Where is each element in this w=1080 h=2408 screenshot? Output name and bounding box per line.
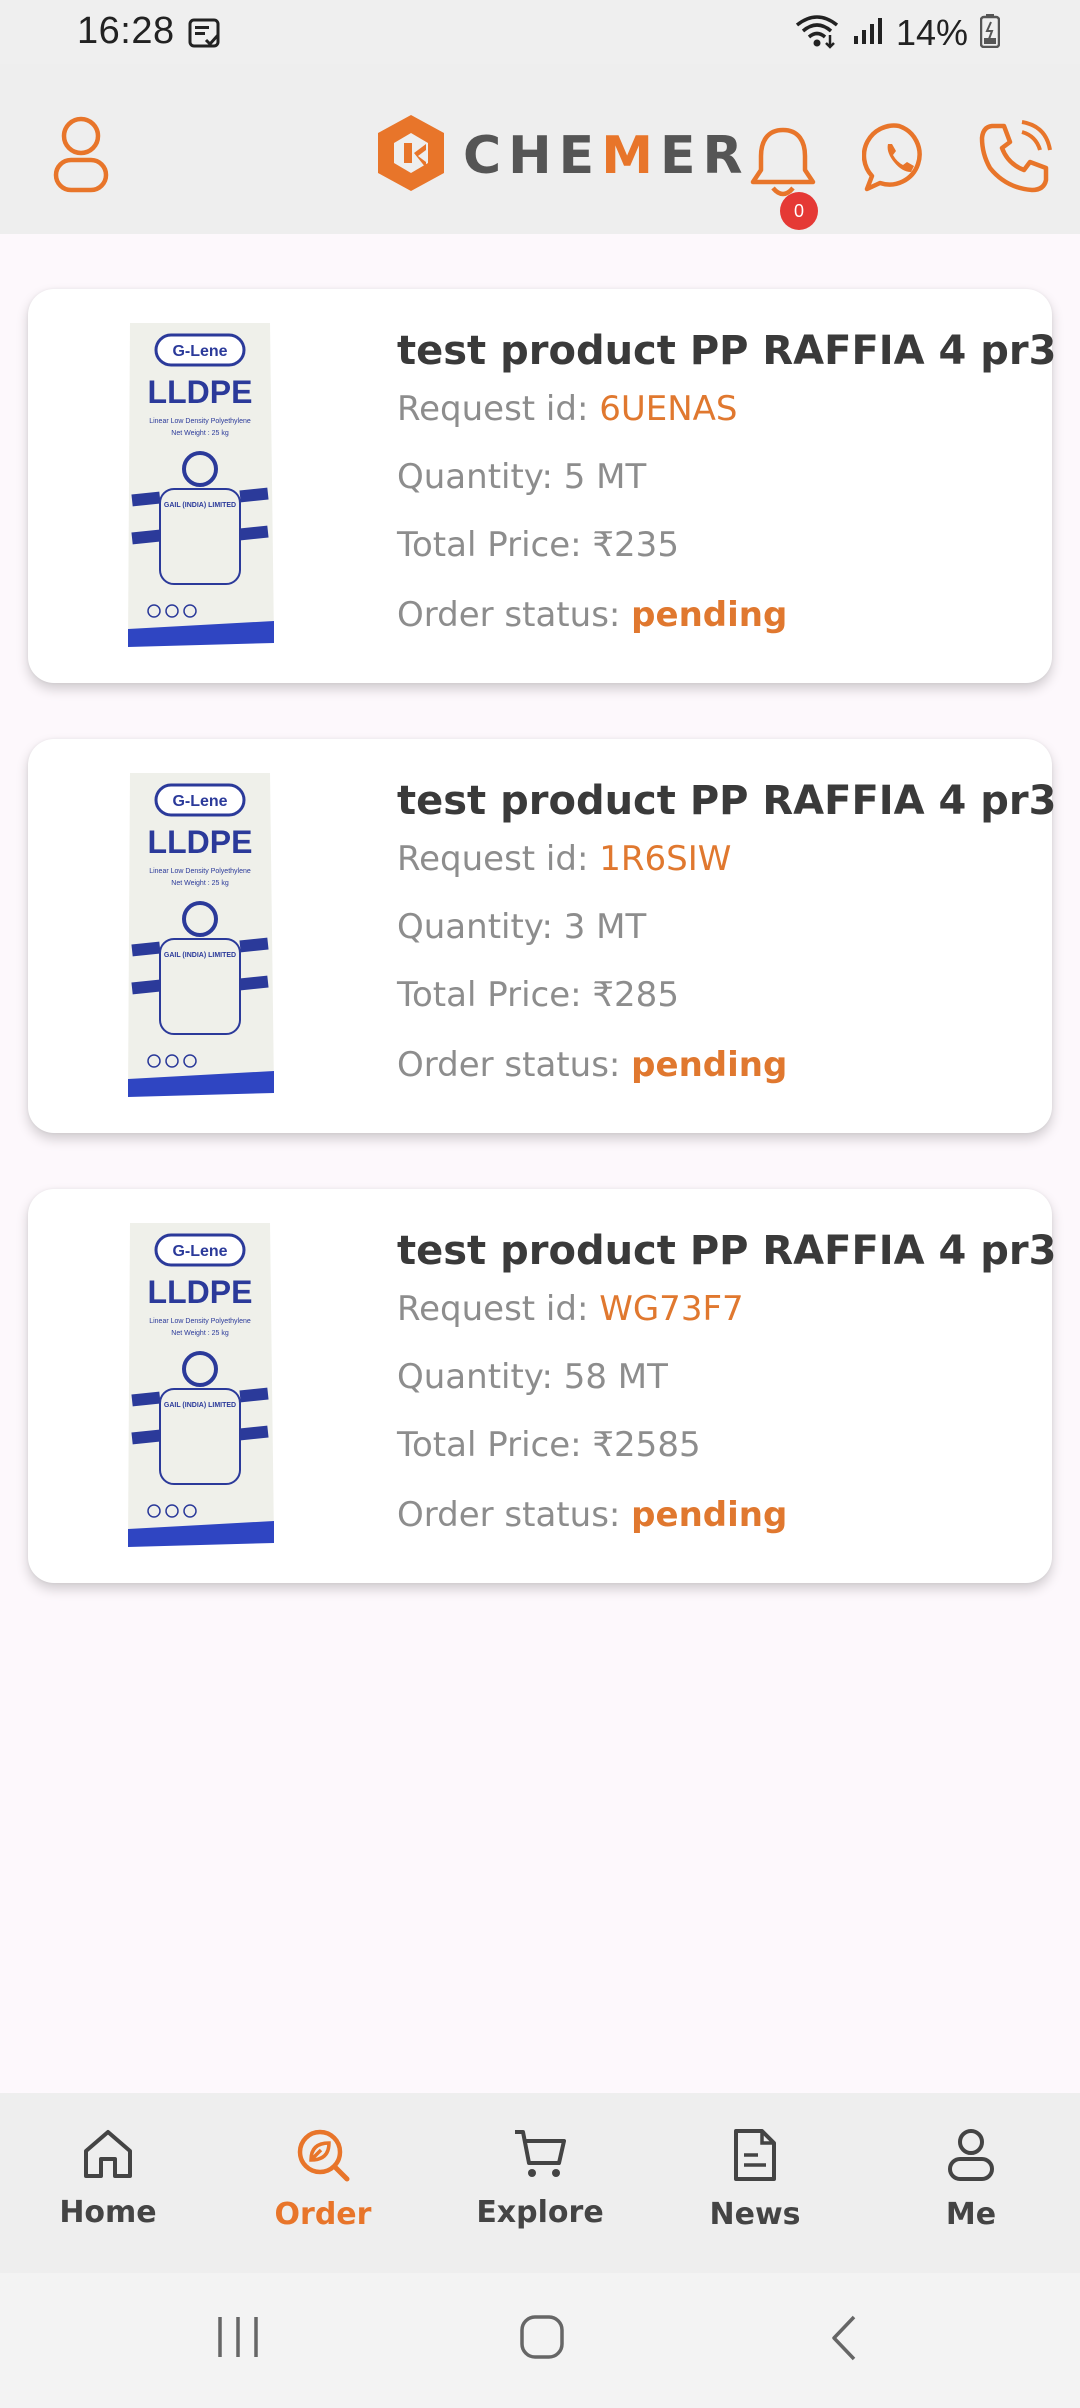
order-status-row: Order status: pending bbox=[397, 595, 1032, 635]
home-icon bbox=[84, 2130, 132, 2178]
request-id-value: 6UENAS bbox=[599, 389, 738, 429]
signal-icon bbox=[852, 16, 884, 51]
brand-text-suffix: ER bbox=[659, 126, 750, 186]
order-status-label: Order status: bbox=[397, 1495, 632, 1535]
total-price-value: ₹2585 bbox=[592, 1425, 701, 1465]
bag-brand-text: G-Lene bbox=[172, 343, 227, 360]
status-right: 14% bbox=[794, 12, 1001, 54]
bag-desc-text: Linear Low Density Polyethylene bbox=[149, 418, 251, 425]
nav-label-news: News bbox=[709, 2197, 801, 2232]
total-price-row: Total Price: ₹235 bbox=[397, 525, 1032, 565]
total-price-row: Total Price: ₹285 bbox=[397, 975, 1032, 1015]
nav-label-me: Me bbox=[945, 2197, 997, 2232]
nav-label-home: Home bbox=[59, 2195, 157, 2230]
order-details: test product PP RAFFIA 4 pr3 Request id:… bbox=[397, 778, 1057, 1085]
bag-product-text: LLDPE bbox=[148, 824, 253, 860]
nav-item-home[interactable]: Home bbox=[28, 2127, 188, 2230]
bag-maker-text: GAIL (INDIA) LIMITED bbox=[164, 1402, 236, 1409]
nav-item-news[interactable]: News bbox=[675, 2127, 835, 2232]
product-image: G-Lene LLDPE Linear Low Density Polyethy… bbox=[120, 771, 280, 1106]
nav-item-order[interactable]: Order bbox=[243, 2127, 403, 2232]
bag-desc-text: Linear Low Density Polyethylene bbox=[149, 1318, 251, 1325]
request-id-value: 1R6SIW bbox=[599, 839, 732, 879]
order-status-value: pending bbox=[631, 1045, 788, 1085]
bag-desc-text: Linear Low Density Polyethylene bbox=[149, 868, 251, 875]
request-id-row: Request id: WG73F7 bbox=[397, 1289, 1032, 1329]
request-id-value: WG73F7 bbox=[599, 1289, 744, 1329]
request-id-row: Request id: 6UENAS bbox=[397, 389, 1032, 429]
order-details: test product PP RAFFIA 4 pr3 Request id:… bbox=[397, 1228, 1057, 1535]
bag-weight-text: Net Weight : 25 kg bbox=[171, 1330, 229, 1337]
phone-icon[interactable] bbox=[978, 118, 1054, 201]
order-status-label: Order status: bbox=[397, 595, 632, 635]
product-title: test product PP RAFFIA 4 pr3 bbox=[397, 1228, 1057, 1274]
nav-item-me[interactable]: Me bbox=[891, 2127, 1051, 2232]
person-icon bbox=[948, 2129, 994, 2181]
total-price-label: Total Price: bbox=[397, 1425, 593, 1465]
total-price-value: ₹285 bbox=[592, 975, 679, 1015]
back-icon[interactable] bbox=[826, 2313, 860, 2368]
total-price-row: Total Price: ₹2585 bbox=[397, 1425, 1032, 1465]
nav-item-explore[interactable]: Explore bbox=[460, 2127, 620, 2230]
product-image: G-Lene LLDPE Linear Low Density Polyethy… bbox=[120, 321, 280, 656]
bag-brand-text: G-Lene bbox=[172, 1243, 227, 1260]
request-id-label: Request id: bbox=[397, 839, 600, 879]
status-bar: 16:28 14% bbox=[0, 0, 1080, 64]
request-id-row: Request id: 1R6SIW bbox=[397, 839, 1032, 879]
battery-icon bbox=[979, 13, 1001, 53]
bottom-nav: Home Order Explore News Me bbox=[0, 2093, 1080, 2273]
app-header: CHEMER 0 bbox=[0, 64, 1080, 234]
product-image: G-Lene LLDPE Linear Low Density Polyethy… bbox=[120, 1221, 280, 1556]
notification-app-icon bbox=[188, 18, 222, 53]
nav-label-explore: Explore bbox=[476, 2195, 604, 2230]
profile-icon[interactable] bbox=[51, 116, 111, 201]
bag-product-text: LLDPE bbox=[148, 374, 253, 410]
order-card[interactable]: G-Lene LLDPE Linear Low Density Polyethy… bbox=[28, 289, 1057, 683]
total-price-label: Total Price: bbox=[397, 975, 593, 1015]
bag-weight-text: Net Weight : 25 kg bbox=[171, 880, 229, 887]
order-icon bbox=[297, 2129, 350, 2182]
product-title: test product PP RAFFIA 4 pr3 bbox=[397, 778, 1057, 824]
bag-brand-text: G-Lene bbox=[172, 793, 227, 810]
quantity-text: Quantity: 58 MT bbox=[397, 1357, 668, 1397]
request-id-label: Request id: bbox=[397, 1289, 600, 1329]
brand-name: CHEMER bbox=[463, 126, 750, 186]
order-card[interactable]: G-Lene LLDPE Linear Low Density Polyethy… bbox=[28, 739, 1057, 1133]
whatsapp-icon[interactable] bbox=[861, 120, 936, 201]
order-status-value: pending bbox=[631, 1495, 788, 1535]
request-id-label: Request id: bbox=[397, 389, 600, 429]
brand-text-accent: M bbox=[601, 126, 660, 186]
document-icon bbox=[734, 2129, 776, 2181]
order-card[interactable]: G-Lene LLDPE Linear Low Density Polyethy… bbox=[28, 1189, 1057, 1583]
bag-weight-text: Net Weight : 25 kg bbox=[171, 430, 229, 437]
status-time: 16:28 bbox=[77, 10, 175, 52]
quantity-text: Quantity: 5 MT bbox=[397, 457, 647, 497]
product-title: test product PP RAFFIA 4 pr3 bbox=[397, 328, 1057, 374]
chemer-logo-icon bbox=[374, 111, 448, 200]
cart-icon bbox=[515, 2130, 566, 2177]
order-details: test product PP RAFFIA 4 pr3 Request id:… bbox=[397, 328, 1057, 635]
home-circle-icon[interactable] bbox=[518, 2313, 566, 2366]
wifi-icon bbox=[794, 13, 840, 54]
bag-maker-text: GAIL (INDIA) LIMITED bbox=[164, 502, 236, 509]
order-status-row: Order status: pending bbox=[397, 1045, 1032, 1085]
bag-product-text: LLDPE bbox=[148, 1274, 253, 1310]
recents-icon[interactable] bbox=[216, 2313, 260, 2366]
nav-label-order: Order bbox=[274, 2197, 372, 2232]
order-status-row: Order status: pending bbox=[397, 1495, 1032, 1535]
system-nav-bar bbox=[0, 2273, 1080, 2408]
total-price-label: Total Price: bbox=[397, 525, 593, 565]
order-status-label: Order status: bbox=[397, 1045, 632, 1085]
notification-badge: 0 bbox=[780, 192, 818, 230]
order-status-value: pending bbox=[631, 595, 788, 635]
quantity-text: Quantity: 3 MT bbox=[397, 907, 647, 947]
battery-percent: 14% bbox=[895, 12, 968, 53]
bag-maker-text: GAIL (INDIA) LIMITED bbox=[164, 952, 236, 959]
total-price-value: ₹235 bbox=[592, 525, 679, 565]
brand-text-prefix: CHE bbox=[463, 126, 602, 186]
